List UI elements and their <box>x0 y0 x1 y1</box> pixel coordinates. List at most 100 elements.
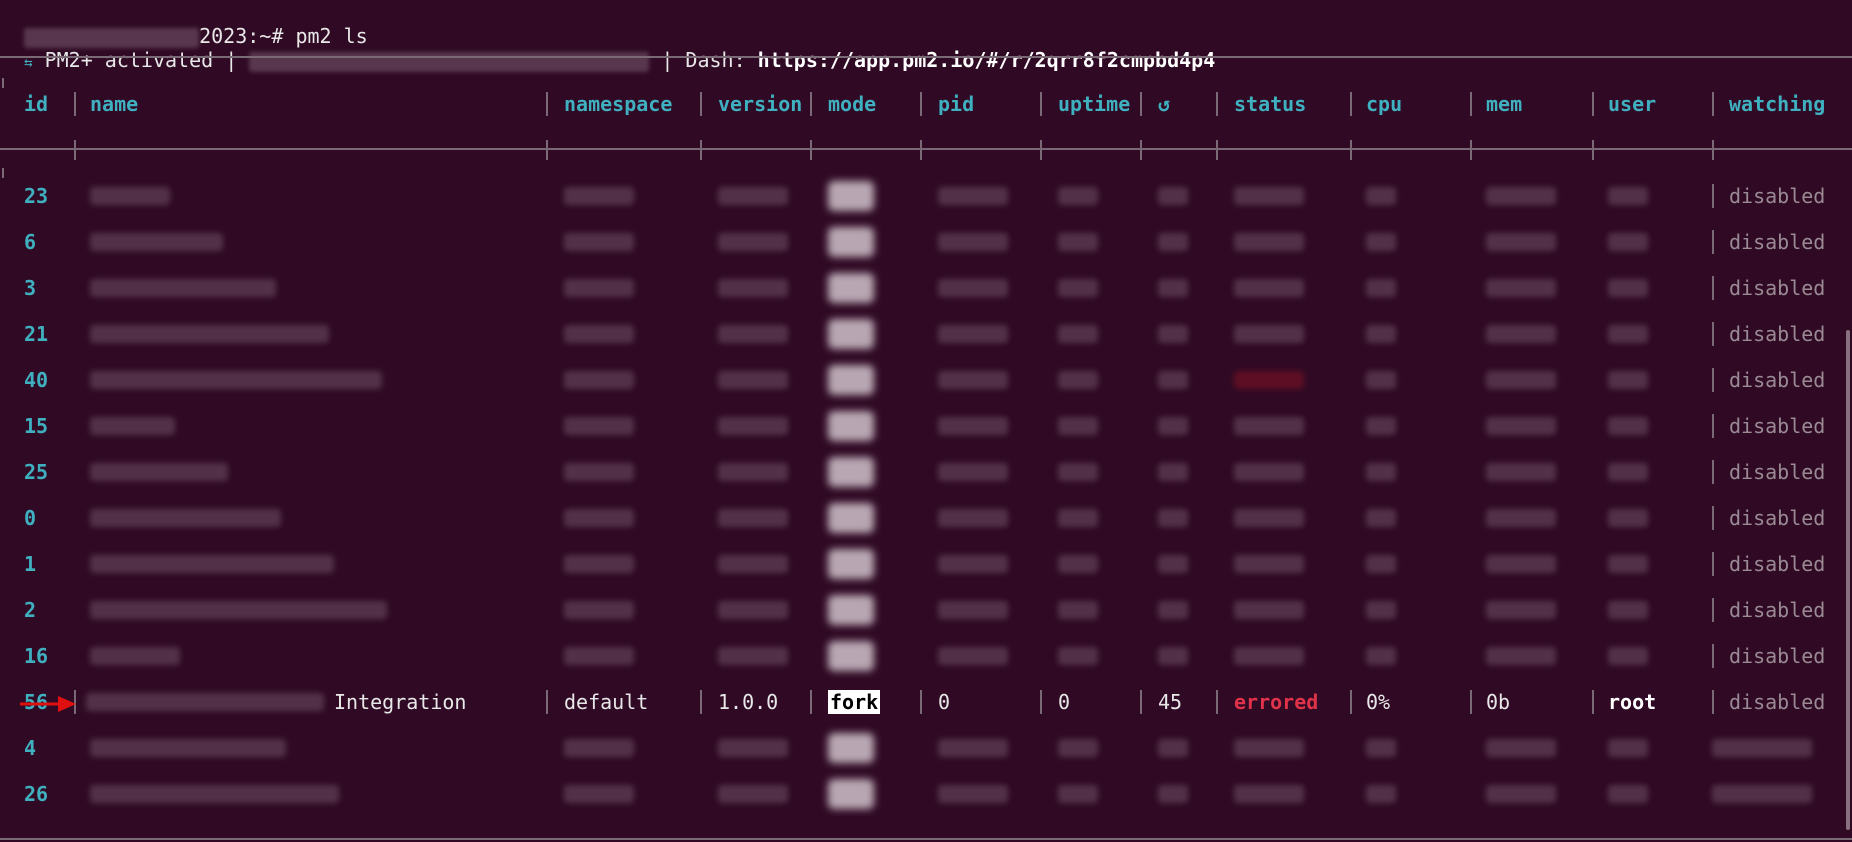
redacted-cell <box>1366 325 1396 343</box>
redacted-cell <box>718 187 788 205</box>
column-separator <box>1350 92 1352 116</box>
redacted-mode <box>828 595 874 625</box>
redacted-cell <box>1608 279 1648 297</box>
errored-row-version: 1.0.0 <box>718 690 779 714</box>
row-id: 0 <box>24 506 37 530</box>
redacted-name-prefix <box>86 693 324 711</box>
redacted-cell <box>938 601 1008 619</box>
column-separator <box>920 92 922 116</box>
row-watching: disabled <box>1729 460 1826 484</box>
redacted-cell <box>718 739 788 757</box>
column-separator <box>1592 140 1594 160</box>
redacted-cell <box>718 325 788 343</box>
redacted-cell <box>1158 233 1188 251</box>
column-separator <box>1140 140 1142 160</box>
redacted-mode <box>828 181 874 211</box>
row-id: 3 <box>24 276 37 300</box>
column-header-mode[interactable]: mode <box>828 92 876 116</box>
column-header-pid[interactable]: pid <box>938 92 974 116</box>
row-watching: disabled <box>1729 276 1826 300</box>
column-separator <box>1712 414 1714 438</box>
column-separator <box>1470 690 1472 714</box>
redacted-cell <box>1608 371 1648 389</box>
column-header-mem[interactable]: mem <box>1486 92 1522 116</box>
redacted-cell <box>1234 463 1304 481</box>
redacted-cell <box>564 601 634 619</box>
redacted-cell <box>938 279 1008 297</box>
column-separator <box>1350 690 1352 714</box>
redacted-cell <box>938 555 1008 573</box>
row-id: 1 <box>24 552 37 576</box>
redacted-cell <box>564 739 634 757</box>
pm2-banner: ⇆ PM2+ activated | | Dash: https://app.p… <box>0 24 1215 72</box>
column-separator <box>1712 184 1714 208</box>
redacted-cell <box>90 417 175 435</box>
redacted-cell <box>1158 187 1188 205</box>
column-header-uptime[interactable]: uptime <box>1058 92 1130 116</box>
prompt-line: 2023:~# pm2 ls <box>0 0 368 48</box>
row-watching: disabled <box>1729 552 1826 576</box>
redacted-mode <box>828 227 874 257</box>
redacted-cell <box>1486 279 1556 297</box>
redacted-cell <box>1486 509 1556 527</box>
redacted-cell <box>718 279 788 297</box>
column-separator <box>546 690 548 714</box>
row-id: 16 <box>24 644 49 668</box>
column-header-name[interactable]: name <box>90 92 138 116</box>
column-separator <box>700 140 702 160</box>
row-id: 25 <box>24 460 49 484</box>
column-separator <box>810 690 812 714</box>
redacted-cell <box>1058 233 1098 251</box>
redacted-cell <box>1058 785 1098 803</box>
redacted-cell <box>1486 187 1556 205</box>
redacted-cell <box>1234 233 1304 251</box>
row-watching: disabled <box>1729 644 1826 668</box>
redacted-cell <box>1366 739 1396 757</box>
dash-url-link[interactable]: https://app.pm2.io/#/r/2qrr8f2cmpbd4p4 <box>758 48 1216 72</box>
scrollbar[interactable] <box>1846 330 1850 830</box>
redacted-cell <box>938 417 1008 435</box>
redacted-cell <box>718 371 788 389</box>
row-id: 15 <box>24 414 49 438</box>
column-header-version[interactable]: version <box>718 92 802 116</box>
redacted-mode <box>828 273 874 303</box>
column-header-namespace[interactable]: namespace <box>564 92 672 116</box>
redacted-cell <box>1486 325 1556 343</box>
redacted-cell <box>1158 463 1188 481</box>
redacted-cell <box>90 279 276 297</box>
redacted-cell <box>1366 233 1396 251</box>
column-header-id[interactable]: id <box>24 92 48 116</box>
redacted-cell <box>718 509 788 527</box>
column-separator <box>810 92 812 116</box>
redacted-cell <box>1158 325 1188 343</box>
redacted-cell <box>1608 233 1648 251</box>
redacted-cell <box>1366 509 1396 527</box>
redacted-cell <box>1608 647 1648 665</box>
banner-dash-label: | Dash: <box>661 48 746 72</box>
redacted-mode <box>828 503 874 533</box>
redacted-cell <box>1234 279 1304 297</box>
redacted-cell <box>564 555 634 573</box>
column-header-cpu[interactable]: cpu <box>1366 92 1402 116</box>
redacted-cell <box>1058 463 1098 481</box>
redacted-cell <box>1158 555 1188 573</box>
redacted-cell <box>1486 371 1556 389</box>
redacted-cell <box>1366 647 1396 665</box>
redacted-cell <box>1712 739 1812 757</box>
column-separator <box>1040 690 1042 714</box>
redacted-mode <box>828 411 874 441</box>
column-header-restarts[interactable]: ↺ <box>1158 92 1170 116</box>
column-header-status[interactable]: status <box>1234 92 1306 116</box>
redacted-cell <box>1608 601 1648 619</box>
redacted-cell <box>1234 785 1304 803</box>
redacted-cell <box>1234 325 1304 343</box>
redacted-cell <box>938 233 1008 251</box>
column-separator <box>1712 230 1714 254</box>
redacted-cell <box>90 187 170 205</box>
column-header-user[interactable]: user <box>1608 92 1656 116</box>
column-separator <box>546 140 548 160</box>
column-separator <box>1712 644 1714 668</box>
redacted-cell <box>1366 417 1396 435</box>
column-header-watching[interactable]: watching <box>1729 92 1825 116</box>
redacted-cell <box>564 325 634 343</box>
